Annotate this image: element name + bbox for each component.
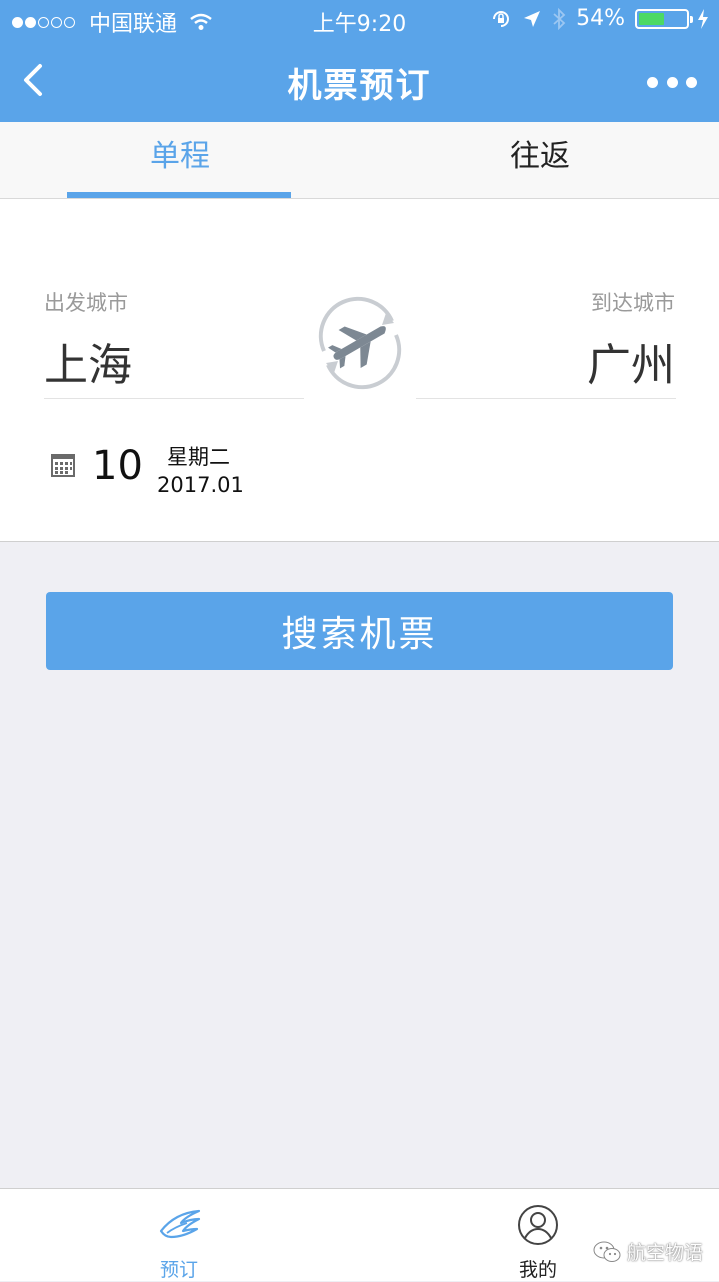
swap-cities-icon[interactable] [308,291,412,395]
more-options-icon[interactable] [647,72,697,92]
charging-bolt-icon [698,8,708,29]
arrival-label: 到达城市 [591,291,675,315]
date-day: 10 [92,443,143,489]
watermark: 航空物语 [593,1238,703,1265]
tabbar-item-mine[interactable]: 我的 [478,1189,598,1281]
tabbar-label-mine: 我的 [518,1259,557,1281]
battery-fill [639,12,664,25]
watermark-text: 航空物语 [626,1242,703,1264]
date-year-month: 2017.01 [157,473,244,497]
header: 中国联通 上午9:20 54% 机票预订 [0,0,719,122]
user-icon [518,1205,558,1245]
tabbar-label-booking: 预订 [159,1259,198,1281]
flight-search-card: 出发城市 上海 到达城市 广州 10 星期二 2017.01 [0,199,719,542]
navbar: 机票预订 [0,40,719,122]
tabbar-item-booking[interactable]: 预订 [119,1189,239,1281]
location-arrow-icon [524,10,541,27]
rotation-lock-icon [493,10,510,27]
trip-type-tabs: 单程 往返 [0,122,719,199]
calendar-icon [51,454,75,477]
status-right: 54% [480,6,709,31]
departure-city[interactable]: 上海 [44,329,132,393]
departure-divider [44,398,304,399]
bottom-tab-bar: 预订 我的 [0,1188,719,1281]
status-bar: 中国联通 上午9:20 54% [0,0,719,40]
date-weekday: 星期二 [167,445,230,469]
wechat-icon [593,1241,621,1262]
battery-icon [635,8,693,29]
arrival-divider [416,398,676,399]
tab-one-way[interactable]: 单程 [0,122,360,198]
departure-label: 出发城市 [44,291,128,315]
page-title: 机票预订 [287,66,432,106]
battery-percent: 54% [576,6,625,31]
bluetooth-icon [553,7,566,30]
search-flights-button[interactable]: 搜索机票 [46,592,673,670]
tab-round-trip[interactable]: 往返 [360,122,719,198]
arrival-city[interactable]: 广州 [587,329,675,393]
swallow-logo-icon [159,1209,201,1239]
